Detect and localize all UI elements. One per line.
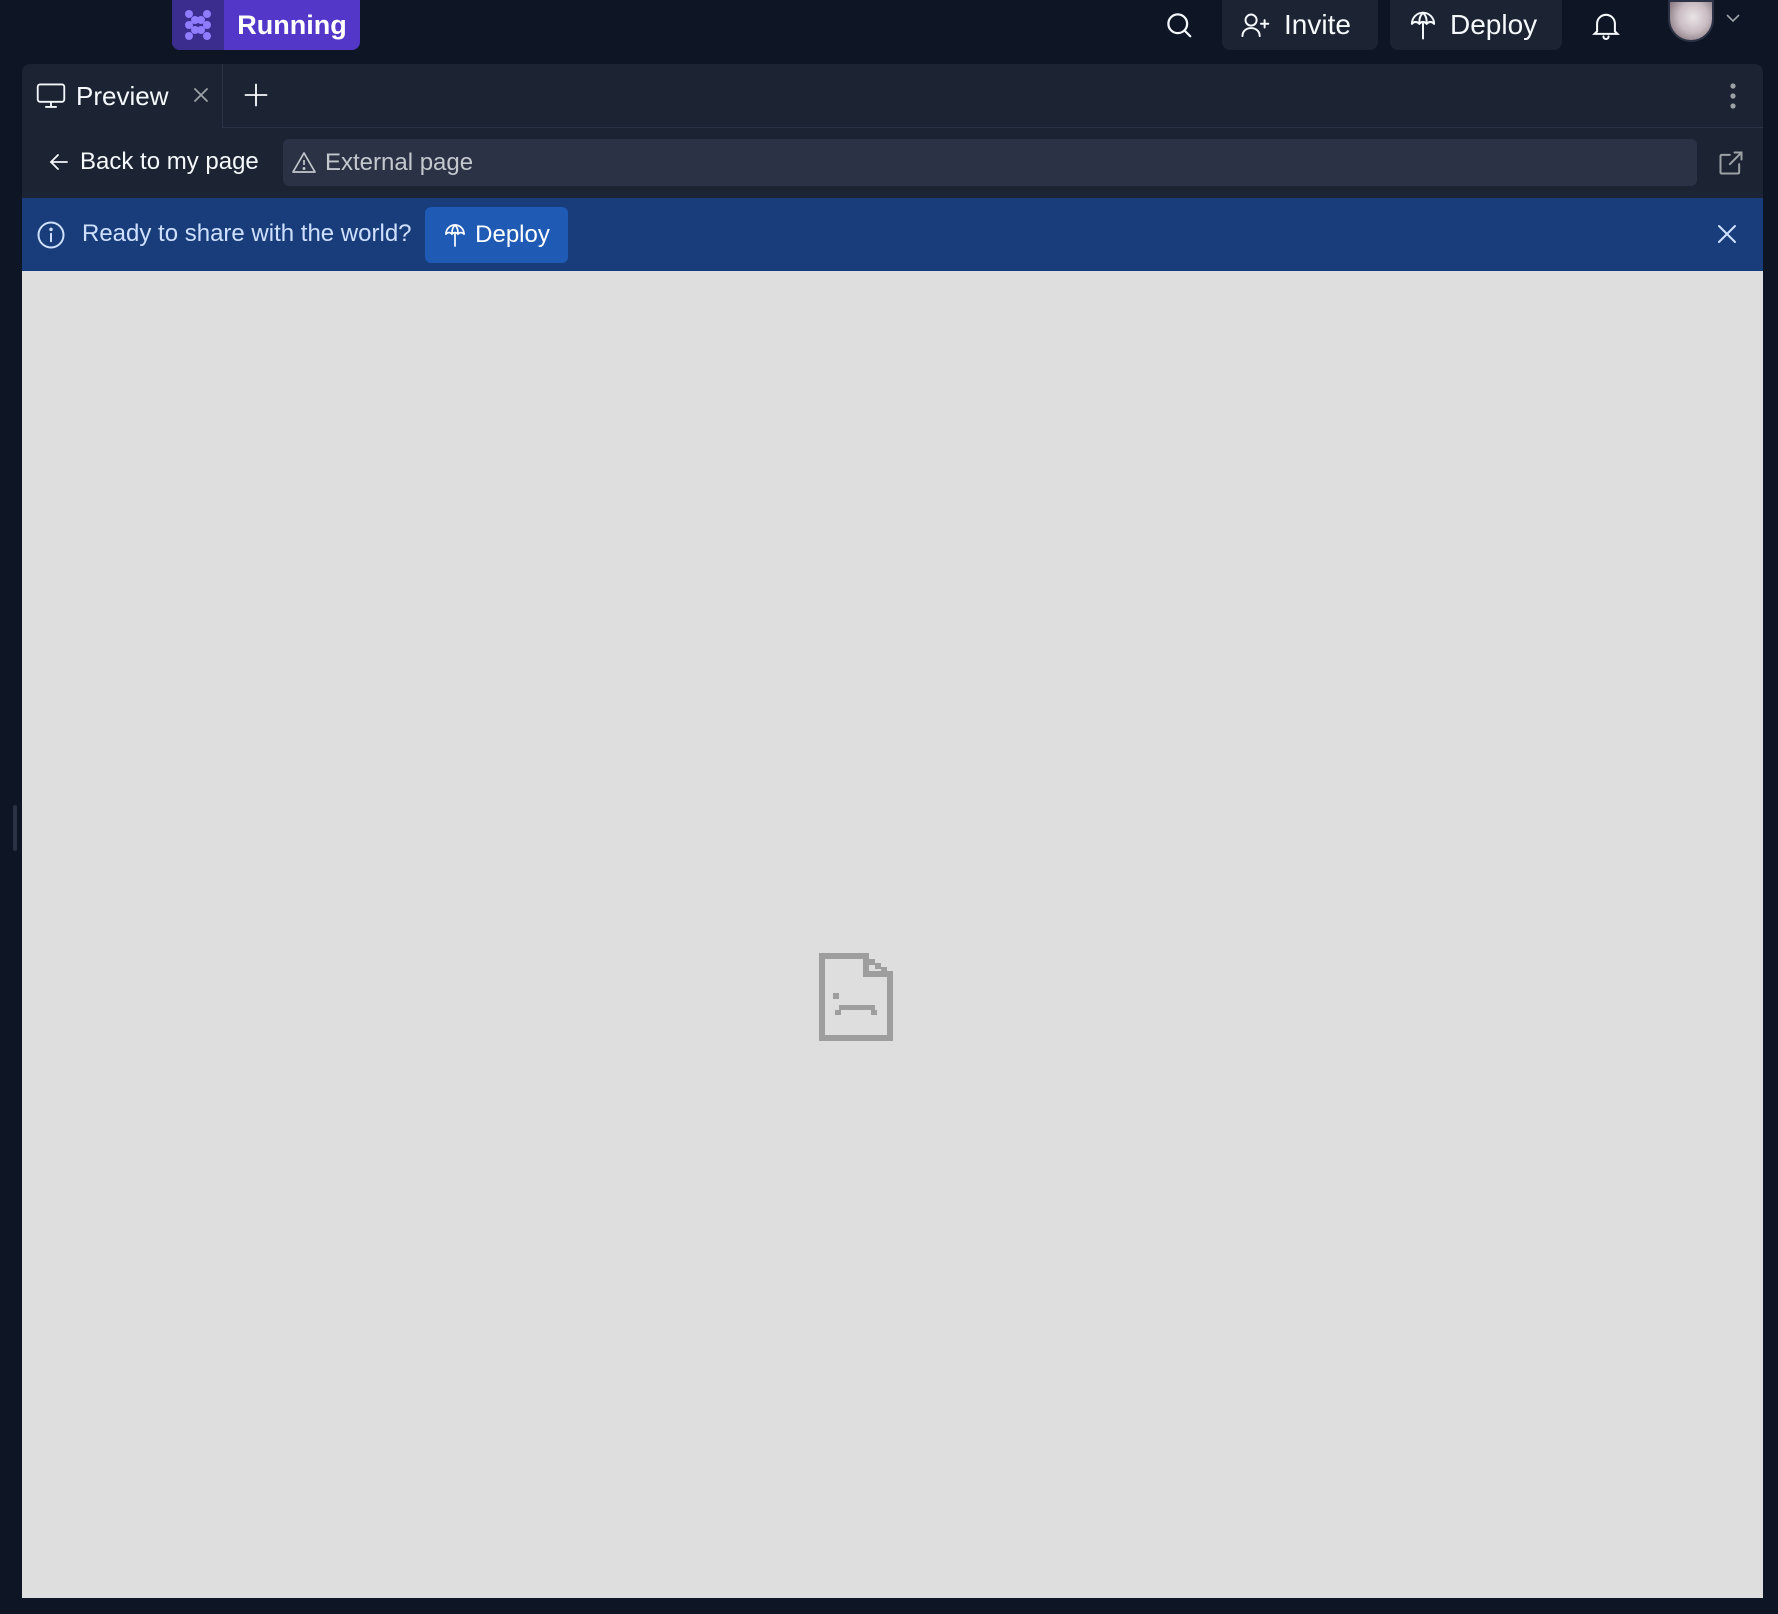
deploy-icon bbox=[445, 224, 465, 247]
deploy-icon bbox=[1410, 11, 1436, 40]
arrow-left-icon bbox=[49, 154, 68, 170]
top-bar: Running Invite Deploy bbox=[0, 0, 1778, 64]
account-menu-toggle[interactable] bbox=[1724, 0, 1742, 36]
invite-label: Invite bbox=[1284, 9, 1351, 40]
replit-logo-icon bbox=[172, 0, 224, 50]
url-field[interactable]: External page bbox=[283, 139, 1697, 186]
search-icon bbox=[1167, 13, 1192, 38]
banner-deploy-label: Deploy bbox=[475, 221, 550, 248]
close-tab-icon[interactable] bbox=[190, 84, 212, 106]
resize-handle[interactable] bbox=[13, 805, 17, 851]
close-banner-icon[interactable] bbox=[1715, 222, 1739, 246]
back-label: Back to my page bbox=[80, 148, 259, 175]
invite-button[interactable]: Invite bbox=[1222, 0, 1378, 50]
tab-bar: Preview bbox=[22, 64, 1763, 128]
deploy-button[interactable]: Deploy bbox=[1390, 0, 1562, 50]
chevron-down-icon bbox=[1726, 14, 1740, 23]
preview-viewport[interactable] bbox=[22, 271, 1763, 1598]
deploy-label: Deploy bbox=[1450, 9, 1538, 40]
open-in-new-tab-icon[interactable] bbox=[1717, 149, 1745, 177]
search-button[interactable] bbox=[1160, 0, 1198, 50]
banner-deploy-button[interactable]: Deploy bbox=[425, 207, 568, 263]
warning-icon bbox=[292, 151, 316, 173]
run-button-label: Running bbox=[237, 9, 347, 40]
tab-preview[interactable]: Preview bbox=[22, 64, 223, 128]
run-button[interactable]: Running bbox=[172, 0, 360, 50]
deploy-banner: Ready to share with the world? Deploy bbox=[22, 198, 1763, 271]
banner-message: Ready to share with the world? bbox=[82, 220, 412, 247]
info-icon bbox=[37, 221, 65, 249]
add-user-icon bbox=[1241, 13, 1270, 38]
avatar[interactable] bbox=[1668, 0, 1714, 42]
preview-pane: Preview Back to my page External page Re… bbox=[22, 64, 1763, 1598]
broken-page-icon bbox=[819, 953, 893, 1041]
bell-icon bbox=[1592, 13, 1620, 40]
more-options-icon[interactable] bbox=[1729, 82, 1737, 110]
monitor-icon bbox=[36, 83, 66, 108]
tab-label: Preview bbox=[76, 80, 169, 111]
url-text: External page bbox=[325, 148, 474, 176]
add-tab-icon[interactable] bbox=[242, 81, 270, 109]
back-to-my-page-link[interactable]: Back to my page bbox=[48, 142, 259, 182]
notifications-button[interactable] bbox=[1588, 0, 1624, 50]
